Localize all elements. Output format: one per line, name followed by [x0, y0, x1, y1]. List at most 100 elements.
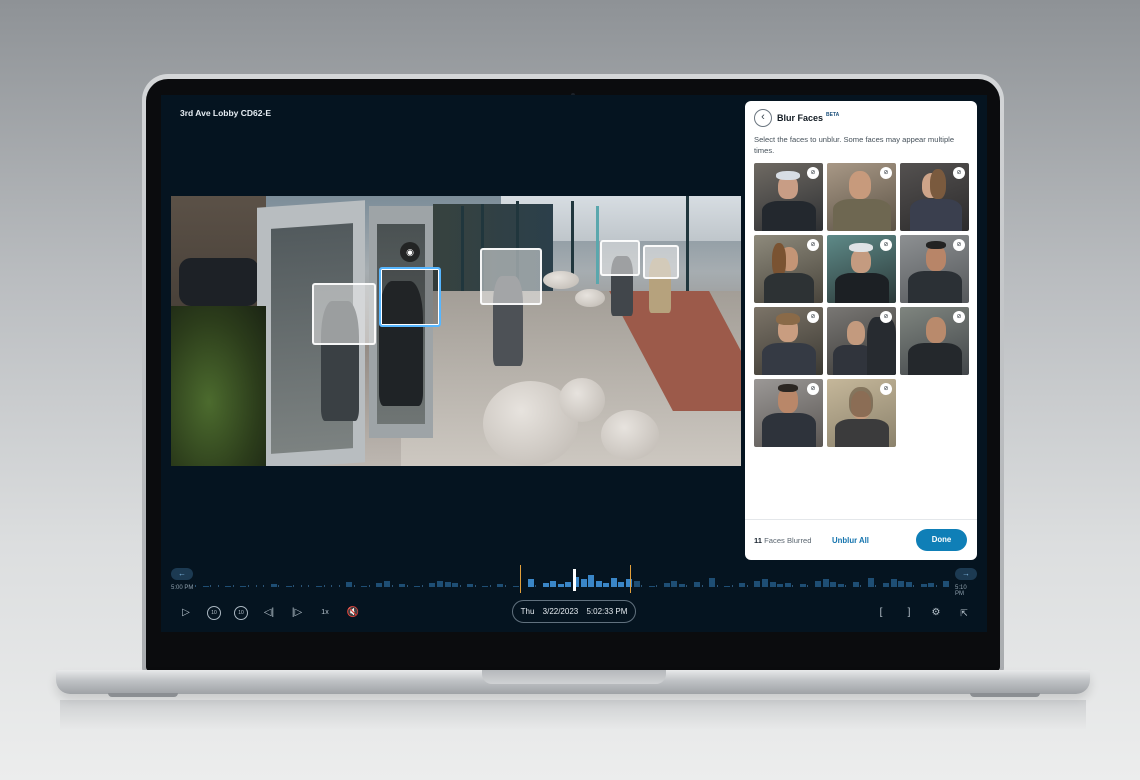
face-thumbnail[interactable]: ⊘: [827, 379, 896, 447]
activity-bar: [920, 584, 927, 587]
date-day: Thu: [520, 607, 535, 616]
activity-dot: [845, 585, 847, 587]
unblur-all-link[interactable]: Unblur All: [832, 536, 869, 545]
activity-dot: [338, 585, 340, 587]
activity-bar: [814, 580, 821, 587]
mute-icon[interactable]: 🔇: [346, 606, 360, 620]
eye-off-icon[interactable]: ⊘: [807, 239, 819, 251]
activity-dot: [368, 585, 370, 587]
next-frame-icon[interactable]: |▷: [290, 606, 304, 620]
chevron-left-icon[interactable]: ‹: [754, 109, 772, 127]
activity-bar: [467, 584, 474, 587]
activity-bar: [285, 585, 292, 587]
skip-back-icon[interactable]: 10: [207, 606, 221, 620]
activity-dot: [353, 585, 355, 587]
activity-bar: [414, 585, 421, 587]
eye-off-icon[interactable]: ⊘: [880, 167, 892, 179]
activity-bar: [762, 579, 768, 587]
eye-icon[interactable]: ◉: [400, 242, 420, 262]
activity-dot: [746, 585, 748, 587]
activity-bar: [316, 585, 322, 587]
skip-forward-icon[interactable]: 10: [234, 606, 248, 620]
activity-bar: [361, 585, 368, 587]
eye-off-icon[interactable]: ⊘: [953, 167, 965, 179]
activity-bar: [580, 579, 587, 587]
beta-badge: BETA: [826, 112, 840, 118]
activity-bar: [694, 581, 700, 587]
face-thumbnail[interactable]: ⊘: [900, 235, 969, 303]
activity-bar: [550, 580, 557, 587]
activity-dot: [641, 585, 642, 587]
activity-dot: [489, 585, 491, 587]
clip-end-icon[interactable]: ]: [902, 606, 916, 620]
face-thumbnail[interactable]: ⊘: [827, 163, 896, 231]
face-thumbnail[interactable]: ⊘: [827, 307, 896, 375]
clip-start-icon[interactable]: [: [874, 606, 888, 620]
activity-dot: [391, 585, 393, 587]
eye-off-icon[interactable]: ⊘: [807, 383, 819, 395]
arrow-left-icon[interactable]: ←: [171, 568, 193, 580]
timeline-start-time: 5:00 PM: [171, 585, 194, 591]
activity-bar: [883, 583, 889, 587]
blurred-face-box[interactable]: [480, 248, 542, 305]
activity-dot: [406, 585, 408, 587]
activity-dot: [300, 585, 302, 587]
blurred-face-box[interactable]: [600, 240, 640, 276]
activity-bar: [852, 581, 859, 587]
done-button[interactable]: Done: [916, 529, 967, 551]
fullscreen-icon[interactable]: ⇱: [957, 606, 971, 620]
activity-bar: [588, 575, 595, 587]
faces-count-number: 11: [754, 536, 763, 545]
video-player[interactable]: ◉: [171, 196, 741, 466]
activity-bar: [769, 581, 776, 587]
activity-dot: [716, 585, 718, 587]
clip-start-marker[interactable]: [520, 565, 521, 593]
previous-frame-icon[interactable]: ◁|: [262, 606, 276, 620]
activity-dot: [913, 585, 915, 587]
activity-bar: [527, 579, 534, 587]
face-thumbnail[interactable]: ⊘: [900, 307, 969, 375]
activity-dot: [459, 585, 461, 587]
eye-off-icon[interactable]: ⊘: [807, 167, 819, 179]
arrow-right-icon[interactable]: →: [955, 568, 977, 580]
clip-end-marker[interactable]: [630, 565, 631, 593]
activity-dot: [210, 585, 212, 587]
play-icon[interactable]: ▷: [179, 606, 193, 620]
faces-grid: ⊘ ⊘ ⊘ ⊘ ⊘ ⊘ ⊘ ⊘ ⊘ ⊘ ⊘: [754, 163, 969, 447]
face-thumbnail[interactable]: ⊘: [827, 235, 896, 303]
video-pole: [686, 196, 689, 291]
face-thumbnail[interactable]: ⊘: [754, 163, 823, 231]
face-thumbnail[interactable]: ⊘: [754, 307, 823, 375]
speed-icon[interactable]: 1x: [318, 606, 332, 620]
activity-bar: [557, 584, 564, 587]
eye-off-icon[interactable]: ⊘: [953, 311, 965, 323]
activity-dot: [731, 585, 733, 587]
eye-off-icon[interactable]: ⊘: [807, 311, 819, 323]
blurred-face-box[interactable]: [643, 245, 679, 279]
video-plants: [171, 306, 266, 466]
activity-bar: [867, 577, 874, 587]
playhead[interactable]: [573, 569, 576, 591]
video-pole: [461, 206, 464, 296]
video-rock: [601, 410, 659, 460]
eye-off-icon[interactable]: ⊘: [880, 383, 892, 395]
selected-face-box[interactable]: [379, 267, 441, 327]
activity-dot: [505, 585, 506, 587]
eye-off-icon[interactable]: ⊘: [880, 311, 892, 323]
face-thumbnail[interactable]: ⊘: [754, 235, 823, 303]
activity-bar: [898, 580, 905, 587]
activity-bar: [452, 583, 458, 587]
face-thumbnail[interactable]: ⊘: [900, 163, 969, 231]
activity-bar: [595, 580, 602, 587]
activity-dot: [656, 585, 658, 587]
activity-bar: [618, 581, 625, 587]
blurred-face-box[interactable]: [312, 283, 376, 345]
video-car: [179, 258, 259, 306]
timeline[interactable]: ← → 5:00 PM 5:10 PM: [171, 565, 977, 597]
eye-off-icon[interactable]: ⊘: [880, 239, 892, 251]
eye-off-icon[interactable]: ⊘: [953, 239, 965, 251]
activity-bar: [943, 580, 950, 587]
date-time-picker[interactable]: Thu 3/22/2023 5:02:33 PM: [512, 600, 636, 623]
face-thumbnail[interactable]: ⊘: [754, 379, 823, 447]
settings-gear-icon[interactable]: ⚙: [929, 606, 943, 620]
